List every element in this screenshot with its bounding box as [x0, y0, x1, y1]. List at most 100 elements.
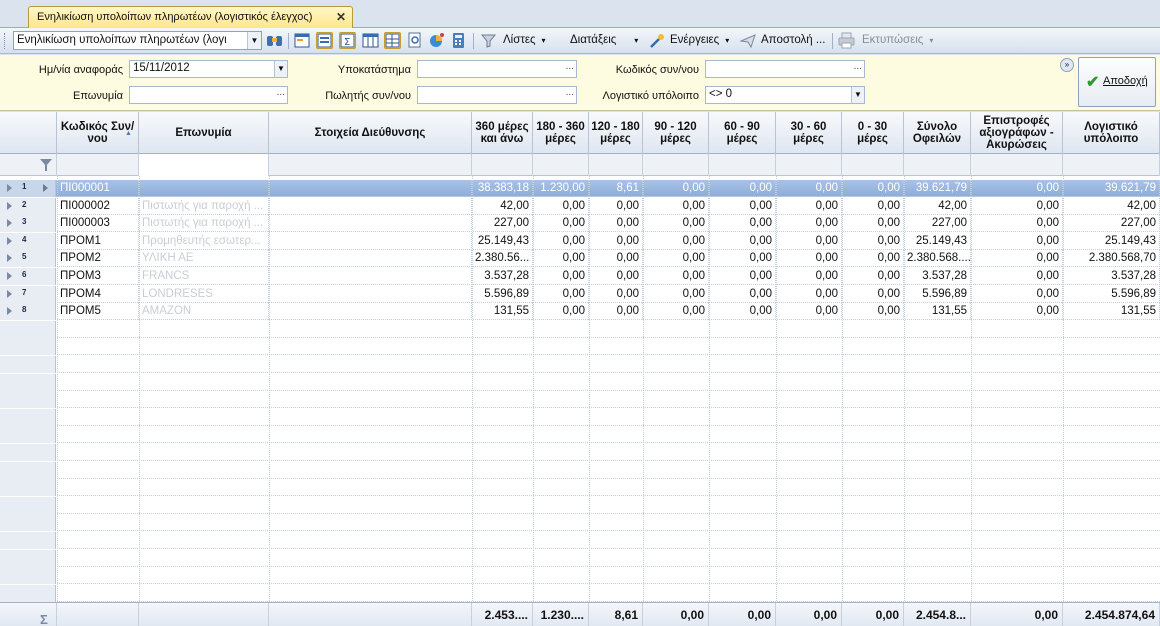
cell-col-360-plus[interactable]: 131,55 [472, 303, 533, 321]
expand-row-icon[interactable] [7, 254, 12, 263]
cell-col-code[interactable]: ΠΡΟΜ1 [57, 232, 139, 250]
form-view-icon[interactable] [316, 32, 333, 49]
cell-col-360-plus[interactable]: 227,00 [472, 215, 533, 233]
cell-col-60-90[interactable]: 0,00 [709, 180, 776, 197]
cell-col-90-120[interactable]: 0,00 [643, 232, 709, 250]
cell-col-30-60[interactable]: 0,00 [776, 197, 842, 215]
tab-aging-report[interactable]: Ενηλικίωση υπολοίπων πληρωτέων (λογιστικ… [28, 6, 353, 29]
expand-row-icon[interactable] [7, 236, 12, 245]
cell-col-360-plus[interactable]: 42,00 [472, 197, 533, 215]
binoculars-icon[interactable] [266, 32, 283, 49]
cell-col-returns[interactable]: 0,00 [971, 215, 1063, 233]
cell-col-total-due[interactable]: 131,55 [904, 303, 971, 321]
cell-col-60-90[interactable]: 0,00 [709, 303, 776, 321]
header-col-90-120[interactable]: 90 - 120 μέρες [643, 112, 709, 154]
table-row[interactable]: 2 ΠΙ000002 Πιστωτής για παροχή ... 42,00 0,0… [0, 197, 1160, 215]
header-col-balance[interactable]: Λογιστικό υπόλοιπο [1063, 112, 1160, 154]
cell-col-total-due[interactable]: 39.621,79 [904, 180, 971, 197]
filter-col-60-90[interactable] [709, 154, 776, 176]
cell-col-30-60[interactable]: 0,00 [776, 268, 842, 285]
cell-col-code[interactable]: ΠΡΟΜ3 [57, 268, 139, 285]
cell-col-code[interactable]: ΠΡΟΜ4 [57, 285, 139, 303]
cell-col-returns[interactable]: 0,00 [971, 180, 1063, 197]
branch-field[interactable]: ... [417, 60, 577, 78]
cell-col-30-60[interactable]: 0,00 [776, 180, 842, 197]
cell-col-180-360[interactable]: 1.230,00 [533, 180, 589, 197]
cell-col-180-360[interactable]: 0,00 [533, 268, 589, 285]
cell-col-120-180[interactable]: 0,00 [589, 268, 643, 285]
cell-col-120-180[interactable]: 0,00 [589, 215, 643, 233]
header-col-address[interactable]: Στοιχεία Διεύθυνσης [269, 112, 472, 154]
cell-col-balance[interactable]: 3.537,28 [1063, 268, 1160, 285]
cell-col-name[interactable]: LONDRESES [139, 285, 269, 303]
header-col-360-plus[interactable]: 360 μέρες και άνω [472, 112, 533, 154]
ellipsis-icon[interactable]: ... [566, 87, 574, 98]
cell-col-90-120[interactable]: 0,00 [643, 215, 709, 233]
cell-col-60-90[interactable]: 0,00 [709, 197, 776, 215]
cell-col-180-360[interactable]: 0,00 [533, 303, 589, 321]
filter-col-180-360[interactable] [533, 154, 589, 176]
expand-row-icon[interactable] [7, 184, 12, 192]
row-indicator[interactable]: 3 [0, 215, 56, 233]
cell-col-0-30[interactable]: 0,00 [842, 250, 904, 268]
filter-col-total-due[interactable] [904, 154, 971, 176]
close-icon[interactable]: ✕ [336, 10, 346, 24]
table-row[interactable]: 4 ΠΡΟΜ1 Προμηθευτής εσωτερ... 25.149,43 0,00… [0, 232, 1160, 250]
cell-col-120-180[interactable]: 0,00 [589, 303, 643, 321]
date-field[interactable]: 15/11/2012 ▼ [129, 60, 288, 78]
cell-col-address[interactable] [269, 197, 472, 215]
actions-menu[interactable]: Ενέργειες ▾ [670, 34, 729, 46]
row-indicator[interactable]: 2 [0, 197, 56, 215]
calculator-icon[interactable] [450, 32, 467, 49]
cell-col-0-30[interactable]: 0,00 [842, 197, 904, 215]
cell-col-0-30[interactable]: 0,00 [842, 215, 904, 233]
cell-col-name[interactable]: AMAZON [139, 303, 269, 321]
cell-col-180-360[interactable]: 0,00 [533, 232, 589, 250]
cell-col-180-360[interactable]: 0,00 [533, 285, 589, 303]
cell-col-360-plus[interactable]: 5.596,89 [472, 285, 533, 303]
header-col-0-30[interactable]: 0 - 30 μέρες [842, 112, 904, 154]
cell-col-180-360[interactable]: 0,00 [533, 197, 589, 215]
cell-col-returns[interactable]: 0,00 [971, 232, 1063, 250]
preview-icon[interactable] [406, 32, 423, 49]
cell-col-60-90[interactable]: 0,00 [709, 250, 776, 268]
cell-col-90-120[interactable]: 0,00 [643, 180, 709, 197]
filter-col-360-plus[interactable] [472, 154, 533, 176]
cell-col-30-60[interactable]: 0,00 [776, 285, 842, 303]
cell-col-90-120[interactable]: 0,00 [643, 285, 709, 303]
header-col-30-60[interactable]: 30 - 60 μέρες [776, 112, 842, 154]
cell-col-balance[interactable]: 39.621,79 [1063, 180, 1160, 197]
cell-col-name[interactable]: Πιστωτής για παροχή ... [139, 197, 269, 215]
cell-col-120-180[interactable]: 8,61 [589, 180, 643, 197]
cell-col-180-360[interactable]: 0,00 [533, 250, 589, 268]
chevron-down-icon[interactable]: ▼ [247, 32, 261, 49]
ellipsis-icon[interactable]: ... [854, 61, 862, 72]
view-select[interactable]: Ενηλικίωση υπολοίπων πληρωτέων (λογι ▼ [13, 31, 262, 50]
cell-col-name[interactable]: FRANCS [139, 268, 269, 285]
cell-col-360-plus[interactable]: 25.149,43 [472, 232, 533, 250]
filter-col-0-30[interactable] [842, 154, 904, 176]
cell-col-30-60[interactable]: 0,00 [776, 232, 842, 250]
expand-row-icon[interactable] [7, 219, 12, 228]
chart-icon[interactable] [428, 32, 445, 49]
sum-icon[interactable]: Σ [339, 32, 356, 49]
cell-col-total-due[interactable]: 227,00 [904, 215, 971, 233]
cell-col-code[interactable]: ΠΙ000001 [57, 180, 139, 197]
cell-col-90-120[interactable]: 0,00 [643, 197, 709, 215]
expand-row-icon[interactable] [7, 272, 12, 280]
cell-col-360-plus[interactable]: 2.380.56... [472, 250, 533, 268]
cell-col-360-plus[interactable]: 3.537,28 [472, 268, 533, 285]
cell-col-120-180[interactable]: 0,00 [589, 232, 643, 250]
cell-col-60-90[interactable]: 0,00 [709, 215, 776, 233]
cell-col-returns[interactable]: 0,00 [971, 197, 1063, 215]
cell-col-total-due[interactable]: 42,00 [904, 197, 971, 215]
cell-col-0-30[interactable]: 0,00 [842, 285, 904, 303]
cell-col-code[interactable]: ΠΡΟΜ5 [57, 303, 139, 321]
cell-col-address[interactable] [269, 250, 472, 268]
cell-col-90-120[interactable]: 0,00 [643, 303, 709, 321]
cell-col-90-120[interactable]: 0,00 [643, 250, 709, 268]
table-row[interactable]: 5 ΠΡΟΜ2 ΥΛΙΚΗ ΑΕ 2.380.56... 0,00 0,00 0,00 0,0… [0, 250, 1160, 268]
header-col-180-360[interactable]: 180 - 360 μέρες [533, 112, 589, 154]
cell-col-360-plus[interactable]: 38.383,18 [472, 180, 533, 197]
cell-col-total-due[interactable]: 25.149,43 [904, 232, 971, 250]
